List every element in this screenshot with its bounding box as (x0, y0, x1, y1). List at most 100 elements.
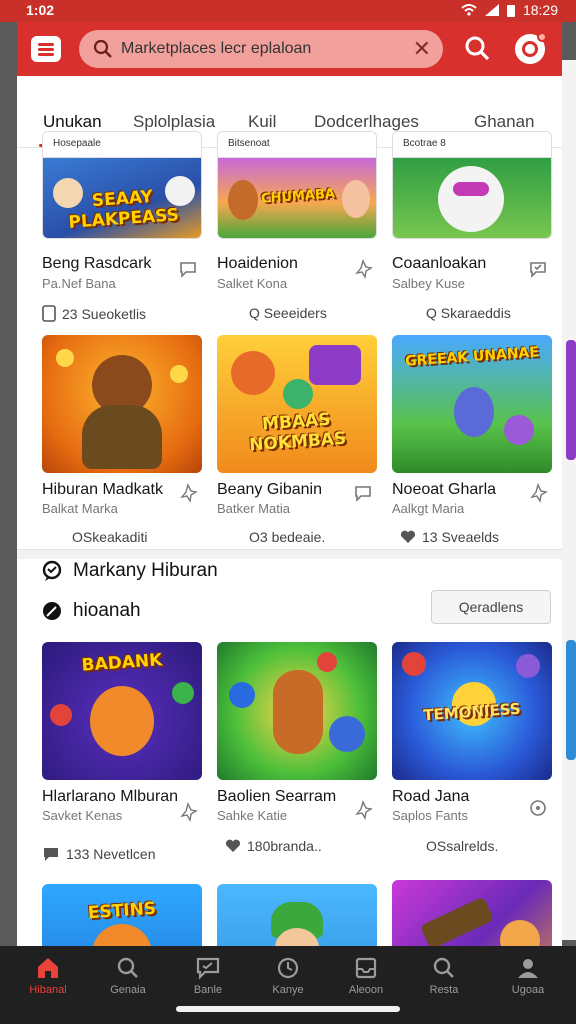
avatar-ring (522, 41, 538, 57)
tile-subtitle: Salket Kona (217, 276, 288, 291)
tile-title: Baolien Searram (217, 788, 337, 805)
tile-meta: OSkeakaditi (72, 529, 147, 545)
account-avatar[interactable] (515, 32, 547, 64)
nav-label: Resta (429, 984, 459, 996)
thumbnail-header: Bitsenoat (218, 132, 376, 158)
game-tile[interactable]: Bcotrae 8 Coaanloakan Salbey Kuse Q Skar… (392, 131, 552, 321)
pin-icon[interactable] (178, 483, 198, 503)
game-tile[interactable]: GREEAK UNANAE Noeoat Gharla Aalkgt Maria… (392, 335, 552, 545)
game-art (393, 158, 551, 238)
pin-icon[interactable] (353, 800, 373, 820)
game-tile[interactable]: BADANK Hlarlarano Mlburan Savket Kenas 1… (42, 642, 202, 862)
search-button-icon[interactable] (463, 34, 491, 62)
game-tile[interactable]: MBAAS NOKMBAS Beany Gibanin Batker Matia… (217, 335, 377, 545)
tile-meta: Q Seeeiders (249, 305, 327, 321)
tile-title: Beng Rasdcark (42, 255, 152, 272)
nav-label: Aleoon (348, 984, 384, 996)
pin-icon[interactable] (528, 483, 548, 503)
search-icon (117, 957, 138, 978)
nav-item-banle[interactable]: Banle (178, 956, 238, 996)
clock-icon (277, 957, 299, 979)
game-art: SEAAY PLAKPEASS (43, 158, 201, 238)
tab-splolplasia[interactable]: Splolplasia (133, 112, 215, 132)
nav-label: Genaia (110, 984, 146, 996)
home-indicator[interactable] (176, 1006, 400, 1012)
search-bar[interactable]: ✕ (79, 30, 443, 68)
nav-item-ugoaa[interactable]: Ugoaa (498, 956, 558, 996)
nav-item-resta[interactable]: Resta (414, 956, 474, 996)
game-art: CHUMABA (218, 158, 376, 238)
nav-item-aleoon[interactable]: Aleoon (336, 956, 396, 996)
inbox-icon (355, 957, 377, 979)
game-art (392, 880, 552, 946)
check-comment-icon[interactable] (528, 259, 548, 279)
comment-icon[interactable] (178, 259, 198, 279)
home-icon (38, 958, 58, 978)
nav-item-home[interactable]: Hibanal (18, 956, 78, 996)
game-art: MBAAS NOKMBAS (217, 335, 377, 473)
game-art-title: BADANK (80, 650, 163, 676)
nav-item-genaia[interactable]: Genaia (98, 956, 158, 996)
pin-icon[interactable] (353, 259, 373, 279)
tab-dodcerlhages[interactable]: Dodcerlhages (314, 112, 419, 132)
game-tile[interactable]: TEMONIESS Road Jana Saplos Fants OSsalre… (392, 642, 552, 854)
game-thumbnail: Hosepaale SEAAY PLAKPEASS (42, 131, 202, 239)
game-art: ESTINS (42, 884, 202, 946)
game-thumbnail: MBAAS NOKMBAS (217, 335, 377, 473)
game-tile[interactable]: ESTINS (42, 884, 202, 946)
pin-icon[interactable] (178, 802, 198, 822)
tile-title: Hlarlarano Mlburan (42, 788, 179, 805)
tab-ghanan[interactable]: Ghanan (474, 112, 535, 132)
game-tile[interactable]: Baolien Searram Sahke Katie 180branda.. (217, 642, 377, 854)
app-card: ✕ Unukan Splolplasia Kuil Dodcerlhages G… (17, 22, 562, 946)
game-art (42, 335, 202, 473)
nav-item-kanye[interactable]: Kanye (258, 956, 318, 996)
notification-dot (537, 32, 547, 42)
chat-bubble-icon (42, 560, 62, 581)
game-tile[interactable]: Hiburan Madkatk Balkat Marka OSkeakaditi (42, 335, 202, 545)
tile-meta-text: OSsalrelds. (426, 838, 499, 854)
tile-meta: 13 Sveaelds (400, 529, 499, 545)
search-icon (93, 39, 112, 58)
tile-meta-text: 180branda.. (247, 838, 322, 854)
tile-meta: OSsalrelds. (426, 838, 498, 854)
clear-search-icon[interactable]: ✕ (413, 36, 431, 62)
search-input[interactable] (121, 37, 401, 61)
leaf-icon (43, 602, 61, 620)
game-thumbnail: TEMONIESS (392, 642, 552, 780)
heart-icon (400, 530, 416, 543)
game-art-title: MBAAS NOKMBAS (248, 409, 347, 456)
game-thumbnail: Bcotrae 8 (392, 131, 552, 239)
section-subtitle: hioanah (73, 600, 141, 621)
tab-kuil[interactable]: Kuil (248, 112, 276, 132)
game-thumbnail: Bitsenoat CHUMABA (217, 131, 377, 239)
game-tile[interactable] (217, 884, 377, 946)
chat-icon (44, 848, 58, 861)
game-thumbnail: GREEAK UNANAE (392, 335, 552, 473)
menu-button[interactable] (31, 36, 61, 62)
game-thumbnail: BADANK (42, 642, 202, 780)
status-bar: 1:02 18:29 (0, 0, 576, 22)
status-clock: 18:29 (522, 2, 558, 18)
target-icon[interactable] (528, 798, 548, 818)
game-art: BADANK (42, 642, 202, 780)
tile-title: Beany Gibanin (217, 481, 322, 498)
section-action-button[interactable]: Qeradlens (431, 590, 551, 624)
nav-label: Banle (193, 984, 223, 996)
game-thumbnail: ESTINS (42, 884, 202, 946)
game-tile[interactable]: Hosepaale SEAAY PLAKPEASS Beng Rasdcark … (42, 131, 202, 322)
tile-title: Hoaidenion (217, 255, 298, 272)
tab-unukan[interactable]: Unukan (43, 112, 102, 132)
tile-subtitle: Pa.Nef Bana (42, 276, 116, 291)
tile-meta-text: 133 Nevetlcen (66, 846, 156, 862)
game-tile[interactable]: Bitsenoat CHUMABA Hoaidenion Salket Kona… (217, 131, 377, 321)
comment-icon[interactable] (353, 483, 373, 503)
thumbnail-header: Hosepaale (43, 132, 201, 158)
game-thumbnail (217, 642, 377, 780)
search-icon (433, 957, 454, 978)
section-title: Markany Hiburan (73, 560, 218, 581)
wifi-icon (461, 4, 477, 16)
next-card-peek (562, 60, 576, 940)
profile-icon (518, 959, 538, 978)
game-tile[interactable] (392, 880, 552, 946)
